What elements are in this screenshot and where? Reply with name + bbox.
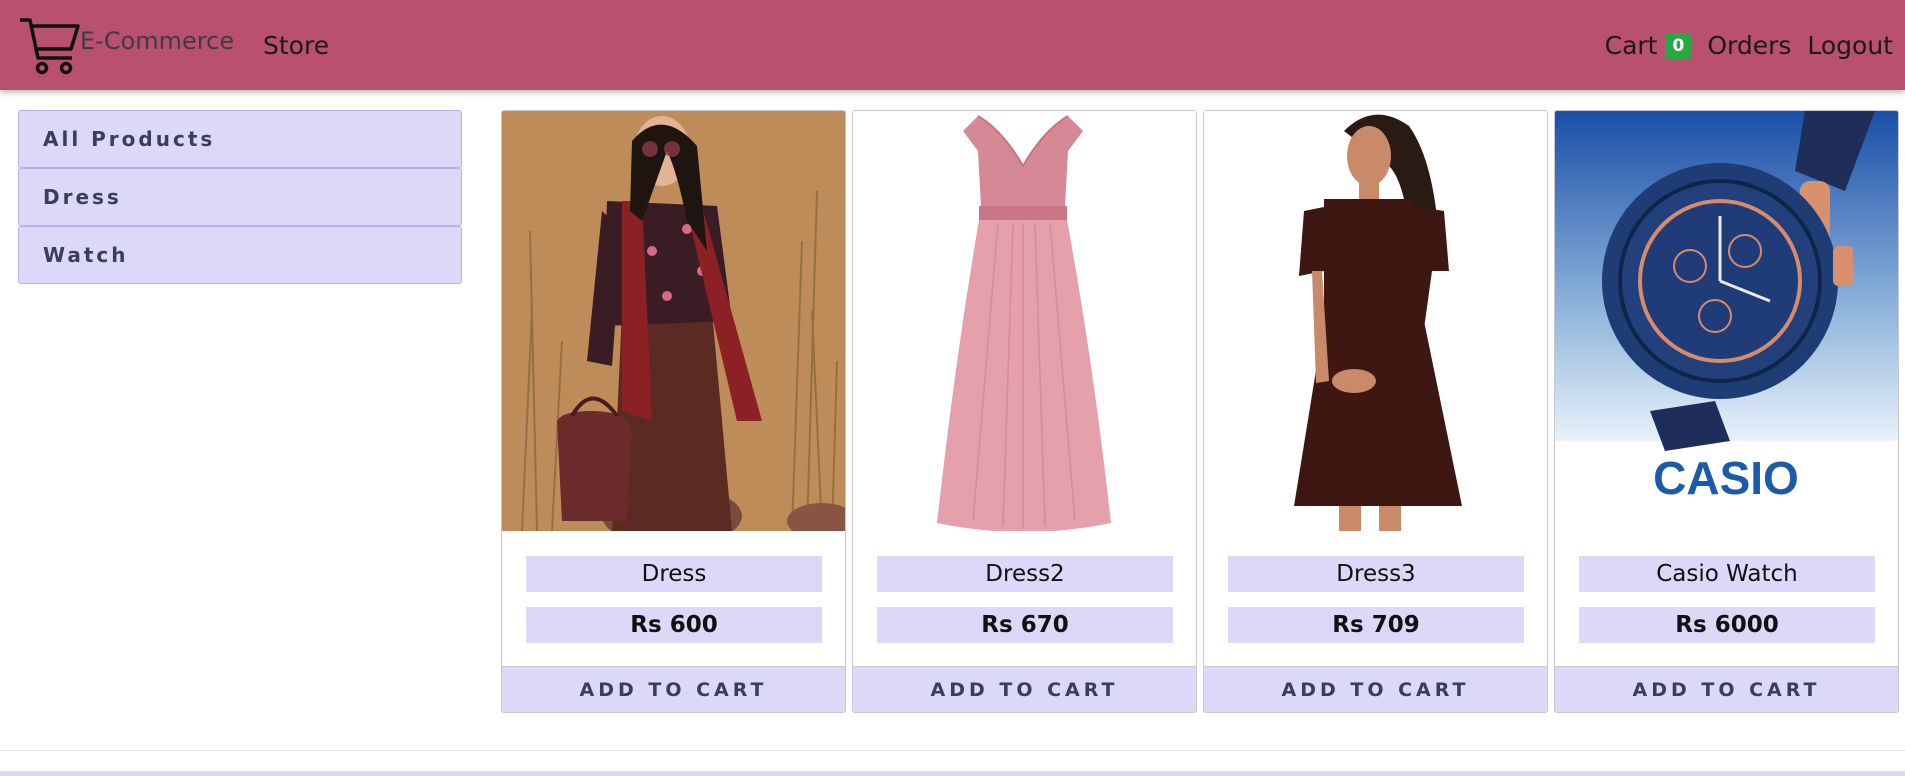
product-name: Casio Watch xyxy=(1579,556,1875,592)
product-price: Rs 6000 xyxy=(1579,607,1875,643)
casio-watch-image: CASIO xyxy=(1555,111,1898,531)
navbar: E-Commerce Store Cart 0 Orders Logout xyxy=(0,0,1905,90)
sidebar-item-watch[interactable]: Watch xyxy=(18,226,462,284)
casio-logo-text: CASIO xyxy=(1653,452,1799,504)
footer-strip xyxy=(0,771,1905,776)
shopping-cart-icon xyxy=(20,18,80,75)
product-price: Rs 670 xyxy=(877,607,1173,643)
product-image[interactable] xyxy=(1204,111,1547,531)
product-price: Rs 709 xyxy=(1228,607,1524,643)
product-name: Dress2 xyxy=(877,556,1173,592)
product-image[interactable]: CASIO xyxy=(1555,111,1898,531)
brand-text: E-Commerce xyxy=(80,27,235,55)
product-card: Dress3 Rs 709 ADD TO CART xyxy=(1203,110,1548,713)
divider xyxy=(0,750,1905,751)
product-card: CASIO Casio Watch Rs 6000 ADD TO CART xyxy=(1554,110,1899,713)
brand-link[interactable]: E-Commerce xyxy=(18,14,234,76)
nav-right: Cart 0 Orders Logout xyxy=(1605,31,1893,60)
product-card: Dress Rs 600 ADD TO CART xyxy=(501,110,846,713)
sidebar-item-dress[interactable]: Dress xyxy=(18,168,462,226)
pink-dress-image xyxy=(853,111,1196,531)
product-price: Rs 600 xyxy=(526,607,822,643)
product-name: Dress3 xyxy=(1228,556,1524,592)
logout-link[interactable]: Logout xyxy=(1807,31,1893,60)
add-to-cart-button[interactable]: ADD TO CART xyxy=(502,666,845,712)
cart-label: Cart xyxy=(1604,31,1658,60)
add-to-cart-button[interactable]: ADD TO CART xyxy=(1555,666,1898,712)
product-image[interactable] xyxy=(502,111,845,531)
store-link[interactable]: Store xyxy=(263,31,329,60)
brown-dress-image xyxy=(1204,111,1547,531)
cart-link[interactable]: Cart 0 xyxy=(1605,31,1692,60)
product-name: Dress xyxy=(526,556,822,592)
product-card: Dress2 Rs 670 ADD TO CART xyxy=(852,110,1197,713)
add-to-cart-button[interactable]: ADD TO CART xyxy=(1204,666,1547,712)
dress-model-image xyxy=(502,111,845,531)
add-to-cart-button[interactable]: ADD TO CART xyxy=(853,666,1196,712)
product-image[interactable] xyxy=(853,111,1196,531)
category-sidebar: All Products Dress Watch xyxy=(18,110,462,284)
cart-count-badge: 0 xyxy=(1665,32,1692,59)
orders-link[interactable]: Orders xyxy=(1707,31,1791,60)
sidebar-item-all-products[interactable]: All Products xyxy=(18,110,462,168)
